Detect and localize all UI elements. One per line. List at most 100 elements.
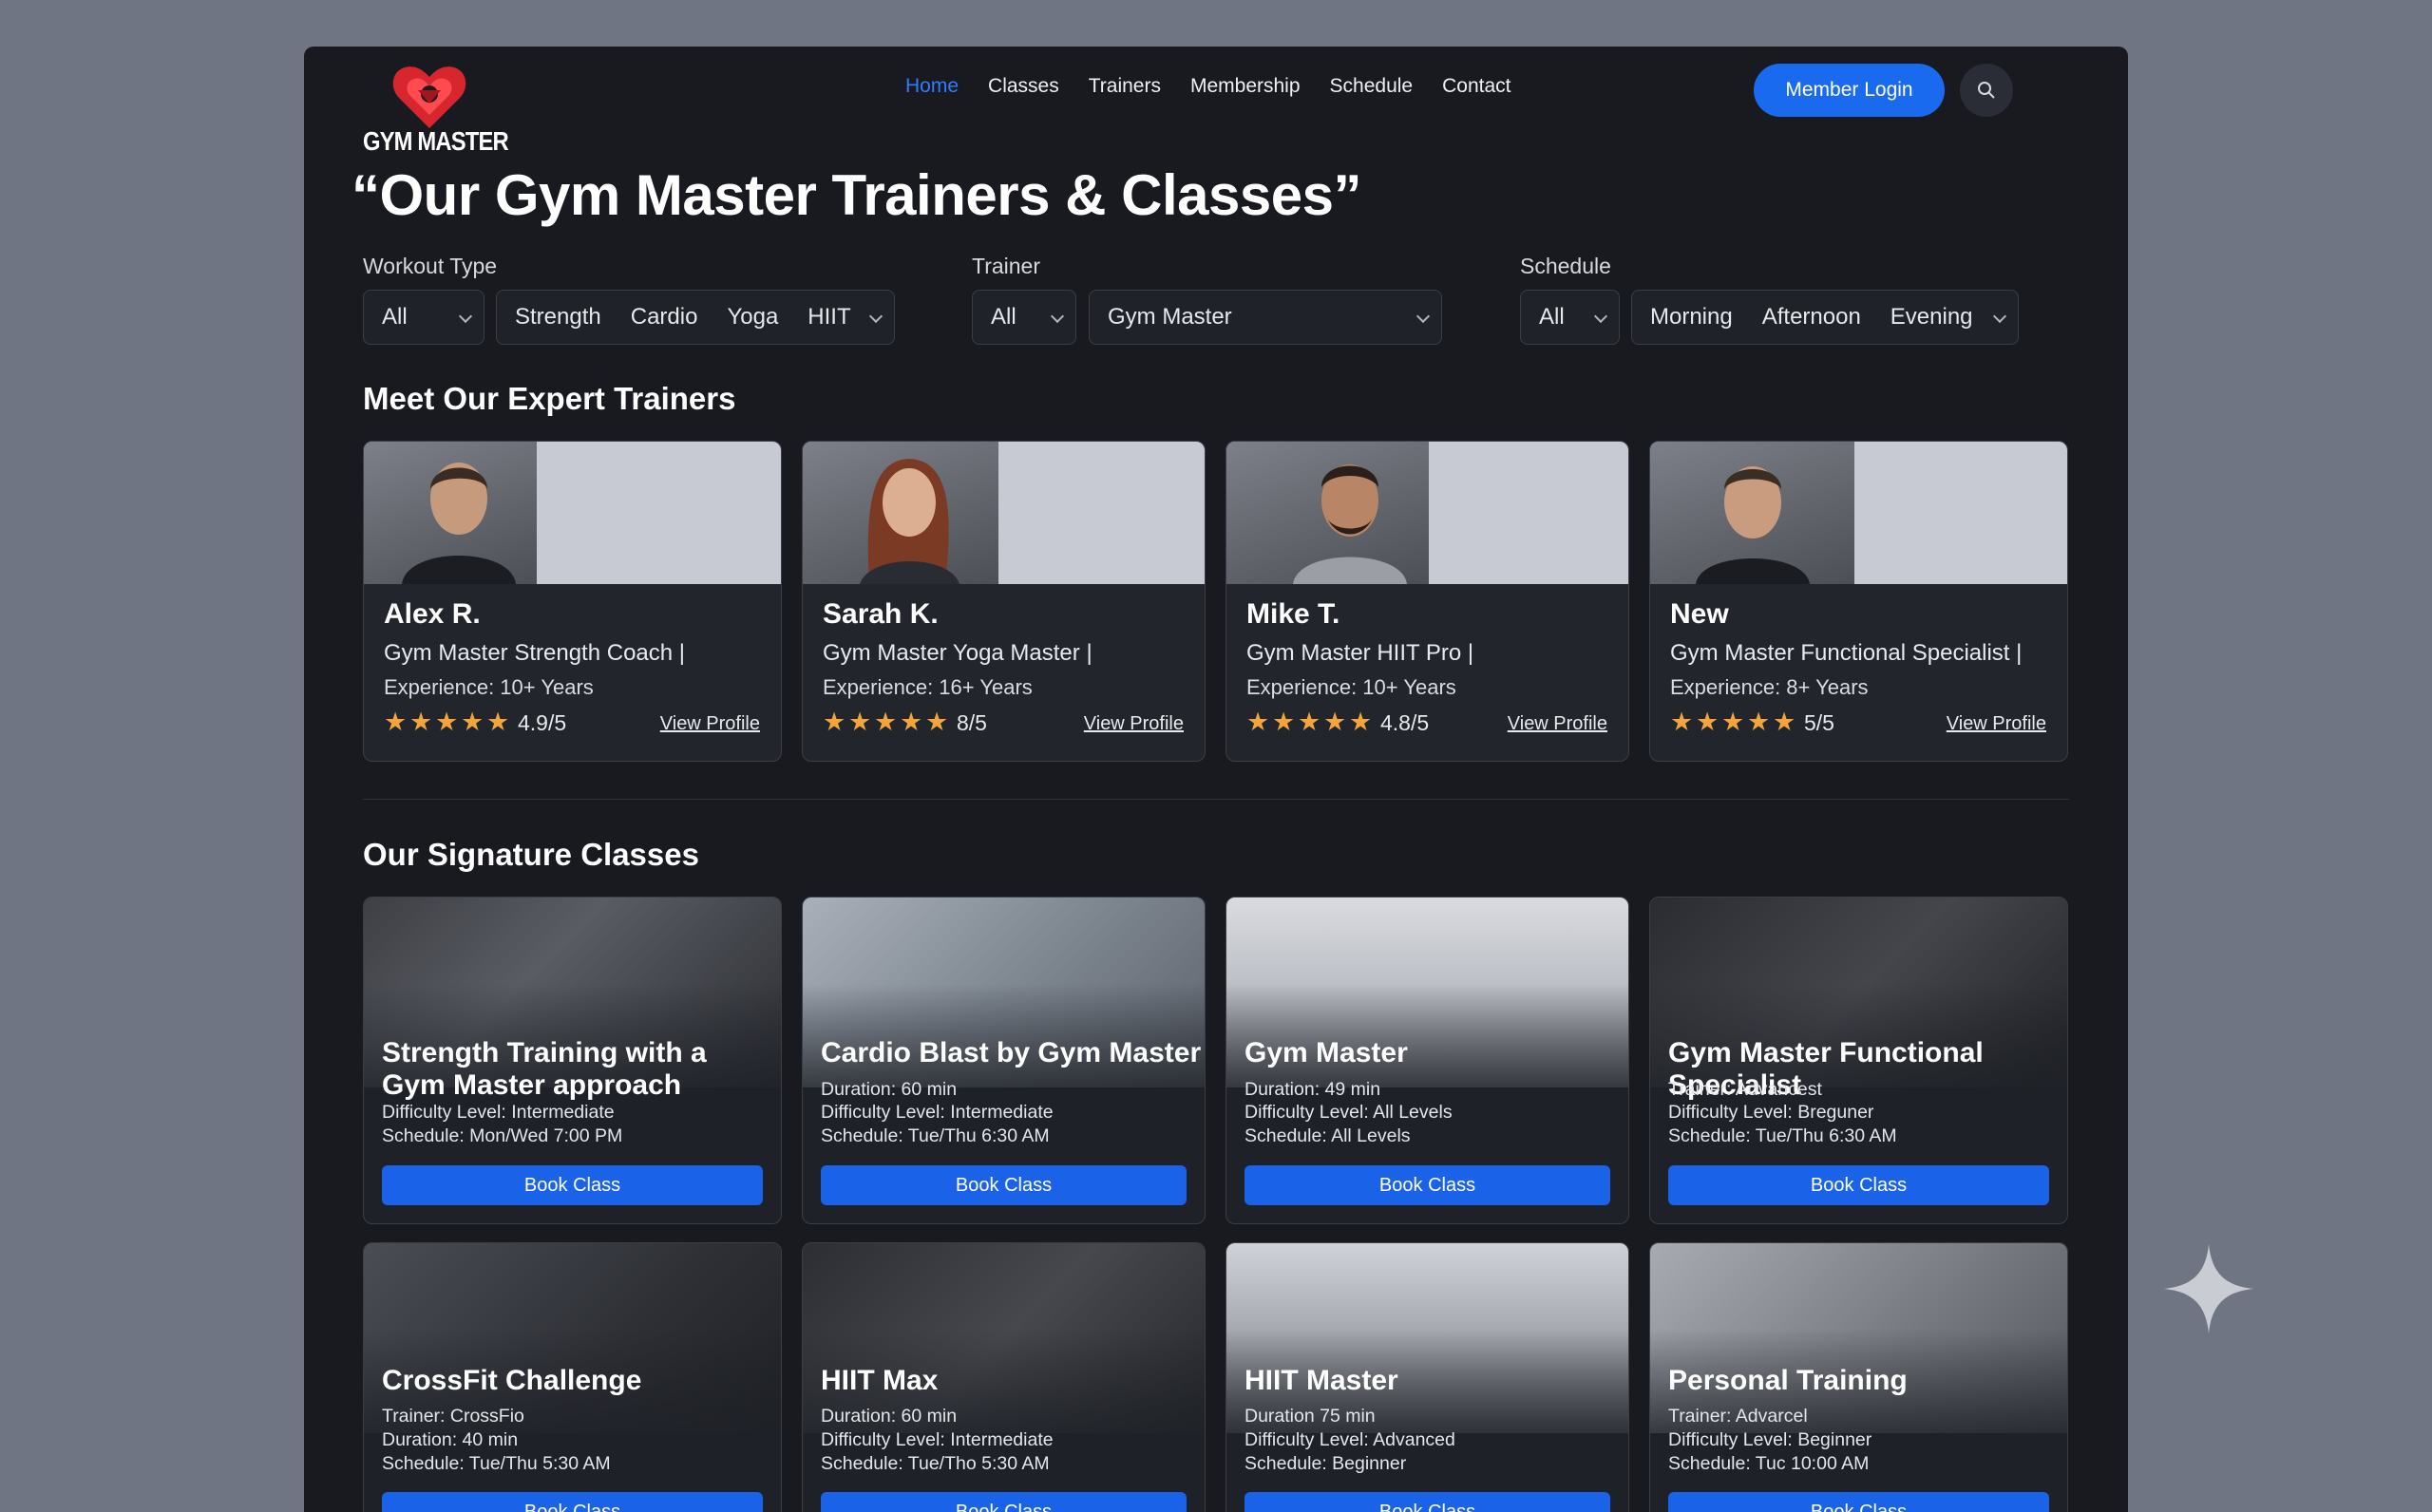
view-profile-link[interactable]: View Profile	[1947, 713, 2046, 735]
class-detail: Trainer: Advancest	[1668, 1079, 1822, 1100]
trainer-card: Sarah K. Gym Master Yoga Master | Experi…	[802, 441, 1206, 762]
class-detail: Schedule: Tue/Thu 6:30 AM	[1668, 1125, 1897, 1146]
classes-section-title: Our Signature Classes	[363, 837, 699, 872]
trainer-name: Mike T.	[1246, 598, 1340, 630]
trainer-name: Alex R.	[384, 598, 481, 630]
star-icon: ★	[1298, 708, 1321, 736]
trainer-rating: 4.9/5	[518, 710, 567, 735]
star-icon: ★	[1670, 708, 1694, 736]
book-class-button[interactable]: Book Class	[382, 1492, 763, 1512]
star-icon: ★	[461, 708, 484, 736]
book-class-button[interactable]: Book Class	[1244, 1492, 1610, 1512]
trainer-name-select[interactable]: Gym Master	[1089, 290, 1442, 345]
rating-stars: ★ ★ ★ ★ ★	[384, 708, 510, 736]
trainer-card: Alex R. Gym Master Strength Coach | Expe…	[363, 441, 782, 762]
trainer-role: Gym Master HIIT Pro |	[1246, 640, 1474, 666]
section-divider	[363, 799, 2069, 800]
nav-trainers[interactable]: Trainers	[1089, 75, 1161, 98]
nav-membership[interactable]: Membership	[1190, 75, 1301, 98]
chevron-down-icon	[458, 309, 473, 324]
class-title: CrossFit Challenge	[382, 1365, 642, 1396]
trainer-role: Gym Master Functional Specialist |	[1670, 640, 2023, 666]
trainer-name-value: Gym Master	[1108, 304, 1232, 330]
star-icon: ★	[1747, 708, 1771, 736]
trainer-rating: 5/5	[1804, 710, 1834, 735]
trainer-photo	[803, 442, 998, 584]
nav-contact[interactable]: Contact	[1442, 75, 1510, 98]
rating-stars: ★ ★ ★ ★ ★	[1670, 708, 1796, 736]
class-detail: Schedule: Mon/Wed 7:00 PM	[382, 1125, 623, 1146]
nav-home[interactable]: Home	[905, 75, 959, 98]
chevron-down-icon	[1050, 309, 1065, 324]
trainer-photo	[1650, 442, 1854, 584]
star-icon: ★	[1246, 708, 1270, 736]
chevron-down-icon	[1416, 309, 1431, 324]
class-card: Strength Training with a Gym Master appr…	[363, 897, 782, 1224]
trainer-experience: Experience: 8+ Years	[1670, 675, 1869, 699]
star-icon: ★	[409, 708, 433, 736]
star-icon: ★	[1272, 708, 1296, 736]
app-window: GYM MASTER Home Classes Trainers Members…	[304, 47, 2128, 1512]
class-detail: Difficulty Level: Intermediate	[382, 1102, 615, 1123]
option-yoga[interactable]: Yoga	[727, 304, 778, 331]
class-title: Cardio Blast by Gym Master	[821, 1037, 1202, 1068]
rating-stars: ★ ★ ★ ★ ★	[823, 708, 949, 736]
class-card: Personal Training Trainer: Advarcel Diff…	[1649, 1242, 2068, 1512]
class-detail: Difficulty Level: Breguner	[1668, 1102, 1874, 1123]
workout-type-select[interactable]: All	[363, 290, 484, 345]
class-title: Strength Training with a Gym Master appr…	[382, 1037, 707, 1101]
star-icon: ★	[1696, 708, 1720, 736]
nav-classes[interactable]: Classes	[988, 75, 1059, 98]
trainer-rating: 8/5	[957, 710, 987, 735]
class-card: HIIT Master Duration 75 min Difficulty L…	[1226, 1242, 1629, 1512]
schedule-options[interactable]: Morning Afternoon Evening	[1631, 290, 2019, 345]
star-icon: ★	[874, 708, 898, 736]
member-login-button[interactable]: Member Login	[1754, 64, 1945, 117]
schedule-selected: All	[1539, 304, 1565, 330]
class-detail: Schedule: Beginner	[1244, 1453, 1407, 1474]
class-detail: Duration: 60 min	[821, 1406, 958, 1427]
trainer-label: Trainer	[972, 254, 1040, 278]
option-morning[interactable]: Morning	[1650, 304, 1733, 331]
option-strength[interactable]: Strength	[515, 304, 601, 331]
view-profile-link[interactable]: View Profile	[1084, 713, 1184, 735]
class-detail: Duration 75 min	[1244, 1406, 1376, 1427]
class-title: Personal Training	[1668, 1365, 1908, 1396]
class-title: HIIT Max	[821, 1365, 939, 1396]
star-icon: ★	[1349, 708, 1373, 736]
workout-type-options[interactable]: Strength Cardio Yoga HIIT	[496, 290, 895, 345]
trainer-experience: Experience: 10+ Years	[1246, 675, 1456, 699]
schedule-select[interactable]: All	[1520, 290, 1620, 345]
trainer-name: Sarah K.	[823, 598, 939, 630]
view-profile-link[interactable]: View Profile	[1508, 713, 1607, 735]
trainer-experience: Experience: 16+ Years	[823, 675, 1033, 699]
trainer-select[interactable]: All	[972, 290, 1076, 345]
book-class-button[interactable]: Book Class	[1244, 1165, 1610, 1205]
class-detail: Schedule: Tuc 10:00 AM	[1668, 1453, 1870, 1474]
class-title: HIIT Master	[1244, 1365, 1398, 1396]
book-class-button[interactable]: Book Class	[1668, 1492, 2049, 1512]
trainer-role: Gym Master Yoga Master |	[823, 640, 1092, 666]
nav-schedule[interactable]: Schedule	[1330, 75, 1414, 98]
view-profile-link[interactable]: View Profile	[660, 713, 760, 735]
book-class-button[interactable]: Book Class	[1668, 1165, 2049, 1205]
page-title: “Our Gym Master Trainers & Classes”	[352, 163, 1361, 227]
book-class-button[interactable]: Book Class	[821, 1492, 1187, 1512]
option-cardio[interactable]: Cardio	[631, 304, 698, 331]
book-class-button[interactable]: Book Class	[382, 1165, 763, 1205]
search-button[interactable]	[1960, 64, 2013, 117]
chevron-down-icon	[868, 309, 884, 324]
star-icon: ★	[925, 708, 949, 736]
main-nav: Home Classes Trainers Membership Schedul…	[905, 75, 1540, 98]
option-evening[interactable]: Evening	[1890, 304, 1973, 331]
class-detail: Schedule: All Levels	[1244, 1125, 1411, 1146]
option-hiit[interactable]: HIIT	[808, 304, 850, 331]
trainer-photo	[1226, 442, 1429, 584]
option-afternoon[interactable]: Afternoon	[1762, 304, 1861, 331]
book-class-button[interactable]: Book Class	[821, 1165, 1187, 1205]
class-detail: Difficulty Level: Advanced	[1244, 1429, 1455, 1450]
trainer-selected: All	[991, 304, 1016, 330]
search-icon	[1978, 82, 1995, 99]
trainer-rating: 4.8/5	[1380, 710, 1430, 735]
trainer-experience: Experience: 10+ Years	[384, 675, 594, 699]
